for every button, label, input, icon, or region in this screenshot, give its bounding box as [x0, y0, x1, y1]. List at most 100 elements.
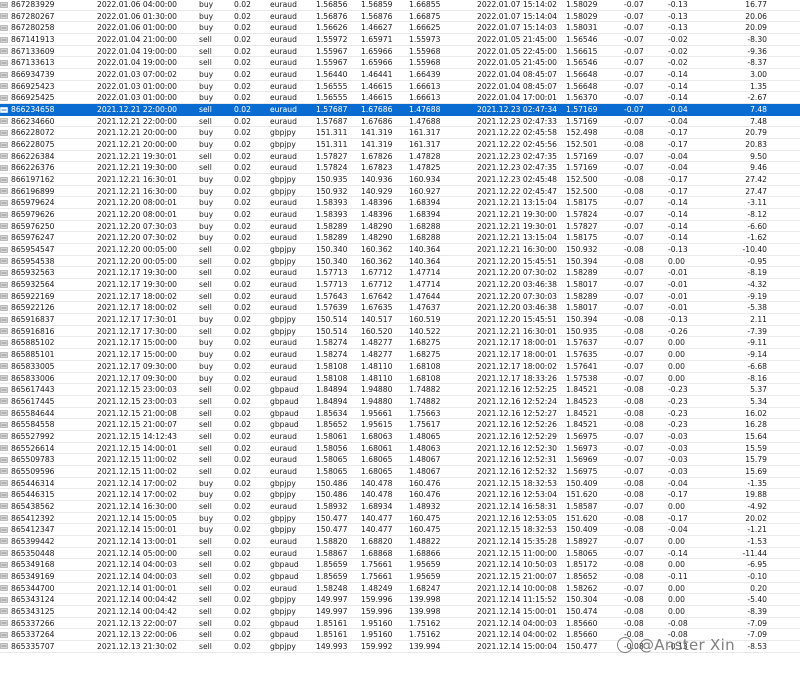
- stop-loss-cell: 1.95615: [361, 420, 393, 430]
- volume-cell: 0.02: [234, 373, 251, 383]
- table-row[interactable]: 865916816 2021.12.17 17:30:00 sell 0.02 gbpj…: [0, 326, 800, 338]
- take-profit-cell: 1.48063: [409, 443, 441, 453]
- table-row[interactable]: 866228075 2021.12.21 20:00:00 buy 0.02 gbpjp…: [0, 139, 800, 151]
- table-row[interactable]: 865932563 2021.12.17 19:30:00 sell 0.02 eura…: [0, 267, 800, 280]
- table-row[interactable]: 867133609 2022.01.04 19:00:00 sell 0.02 eura…: [0, 46, 800, 58]
- table-row[interactable]: 865343124 2021.12.14 00:04:42 sell 0.02 gbpj…: [0, 594, 800, 606]
- volume-cell: 0.02: [234, 35, 251, 45]
- table-row[interactable]: 867283929 2022.01.06 04:00:00 buy 0.02 eurau…: [0, 0, 800, 11]
- profit-cell: 0.20: [750, 583, 767, 593]
- open-price-cell: 1.85161: [316, 618, 348, 628]
- table-row[interactable]: 865617445 2021.12.15 23:00:03 sell 0.02 gbpa…: [0, 396, 800, 408]
- table-row[interactable]: 866228072 2021.12.21 20:00:00 buy 0.02 gbpjp…: [0, 127, 800, 140]
- open-time-cell: 2021.12.20 00:05:00: [97, 245, 177, 255]
- close-price-cell: 1.58927: [566, 536, 598, 546]
- table-row[interactable]: 865954547 2021.12.20 00:05:00 sell 0.02 gbpj…: [0, 244, 800, 256]
- table-row[interactable]: 866925425 2022.01.03 01:00:00 buy 0.02 eurau…: [0, 92, 800, 105]
- swap-cell: 0.00: [668, 560, 685, 570]
- table-row[interactable]: 865526614 2021.12.15 14:00:01 sell 0.02 eura…: [0, 443, 800, 455]
- table-row[interactable]: 865922169 2021.12.17 18:00:02 sell 0.02 eura…: [0, 291, 800, 303]
- table-row[interactable]: 865916837 2021.12.17 17:30:01 buy 0.02 gbpjp…: [0, 314, 800, 326]
- table-row[interactable]: 865932564 2021.12.17 19:30:00 sell 0.02 eura…: [0, 279, 800, 291]
- volume-cell: 0.02: [234, 70, 251, 80]
- ticket-cell: 865349168: [11, 560, 55, 570]
- table-row[interactable]: 865885102 2021.12.17 15:00:00 buy 0.02 eurau…: [0, 337, 800, 350]
- type-cell: buy: [199, 350, 214, 360]
- table-row[interactable]: 867141913 2022.01.04 21:00:00 sell 0.02 eura…: [0, 34, 800, 46]
- table-row[interactable]: 865412347 2021.12.14 15:00:01 buy 0.02 gbpjp…: [0, 524, 800, 536]
- commission-cell: -0.07: [624, 198, 644, 208]
- table-row[interactable]: 865979626 2021.12.20 08:00:01 buy 0.02 eurau…: [0, 209, 800, 221]
- close-time-cell: 2021.12.15 18:32:53: [477, 478, 557, 488]
- table-row[interactable]: 867133613 2022.01.04 19:00:00 sell 0.02 eura…: [0, 57, 800, 70]
- symbol-cell: gbpjpy: [270, 186, 296, 196]
- take-profit-cell: 1.74882: [409, 385, 441, 395]
- stop-loss-cell: 159.996: [361, 606, 393, 616]
- table-row[interactable]: 866934739 2022.01.03 07:00:02 buy 0.02 eurau…: [0, 69, 800, 81]
- open-price-cell: 1.58061: [316, 431, 348, 441]
- table-row[interactable]: 865509596 2021.12.15 11:00:02 sell 0.02 eura…: [0, 466, 800, 478]
- symbol-cell: gbpaud: [270, 396, 299, 406]
- symbol-cell: euraud: [270, 198, 297, 208]
- table-row[interactable]: 865976250 2021.12.20 07:30:03 buy 0.02 eurau…: [0, 221, 800, 233]
- ticket-cell: 865399442: [11, 536, 55, 546]
- table-row[interactable]: 865833006 2021.12.17 09:30:00 buy 0.02 eurau…: [0, 373, 800, 385]
- table-row[interactable]: 865350448 2021.12.14 05:00:00 sell 0.02 eura…: [0, 548, 800, 560]
- symbol-cell: euraud: [270, 116, 297, 126]
- table-row[interactable]: 865976247 2021.12.20 07:30:02 buy 0.02 eurau…: [0, 232, 800, 245]
- take-profit-cell: 1.66875: [409, 11, 441, 21]
- table-row[interactable]: 865617443 2021.12.15 23:00:03 sell 0.02 gbpa…: [0, 384, 800, 396]
- table-row[interactable]: 865885101 2021.12.17 15:00:00 buy 0.02 eurau…: [0, 349, 800, 361]
- trade-history-icon: [0, 433, 8, 440]
- table-row[interactable]: 865349169 2021.12.14 04:00:03 sell 0.02 gbpa…: [0, 571, 800, 583]
- trade-history-icon: [0, 153, 8, 160]
- table-row[interactable]: 866197162 2021.12.21 16:30:01 buy 0.02 gbpjp…: [0, 174, 800, 186]
- take-profit-cell: 1.48822: [409, 536, 441, 546]
- ticket-cell: 865885102: [11, 338, 55, 348]
- commission-cell: -0.08: [624, 420, 644, 430]
- open-price-cell: 1.85659: [316, 571, 348, 581]
- table-row[interactable]: 865349168 2021.12.14 04:00:03 sell 0.02 gbpa…: [0, 559, 800, 571]
- table-row[interactable]: 865584644 2021.12.15 21:00:08 sell 0.02 gbpa…: [0, 408, 800, 420]
- table-row[interactable]: 867280267 2022.01.06 01:30:00 buy 0.02 eurau…: [0, 11, 800, 23]
- table-row[interactable]: 865343125 2021.12.14 00:04:42 sell 0.02 gbpj…: [0, 606, 800, 618]
- table-row[interactable]: 865527992 2021.12.15 14:12:43 sell 0.02 eura…: [0, 431, 800, 443]
- type-cell: sell: [199, 548, 212, 558]
- take-profit-cell: 1.75162: [409, 630, 441, 640]
- table-row[interactable]: 865412392 2021.12.14 15:00:05 buy 0.02 gbpjp…: [0, 513, 800, 525]
- type-cell: sell: [199, 326, 212, 336]
- swap-cell: -0.13: [668, 23, 688, 33]
- table-row[interactable]: 866226384 2021.12.21 19:30:01 sell 0.02 eura…: [0, 151, 800, 163]
- table-row[interactable]: 867280258 2022.01.06 01:00:00 buy 0.02 eurau…: [0, 22, 800, 35]
- stop-loss-cell: 1.67642: [361, 291, 393, 301]
- table-row[interactable]: 866925423 2022.01.03 01:00:00 buy 0.02 eurau…: [0, 81, 800, 93]
- open-time-cell: 2021.12.17 18:00:02: [97, 303, 177, 313]
- table-row[interactable]: 865399442 2021.12.14 13:00:01 sell 0.02 eura…: [0, 536, 800, 548]
- table-row[interactable]: 865954538 2021.12.20 00:05:00 sell 0.02 gbpj…: [0, 256, 800, 268]
- open-price-cell: 150.486: [316, 490, 348, 500]
- open-price-cell: 1.58867: [316, 548, 348, 558]
- table-row[interactable]: 865344700 2021.12.14 01:00:01 sell 0.02 eura…: [0, 583, 800, 595]
- table-row[interactable]: 865337266 2021.12.13 22:00:07 sell 0.02 gbpa…: [0, 618, 800, 630]
- ticket-cell: 866226376: [11, 163, 55, 173]
- table-row[interactable]: 865922126 2021.12.17 18:00:02 sell 0.02 eura…: [0, 302, 800, 315]
- table-row[interactable]: 866234658 2021.12.21 22:00:00 sell 0.02 eura…: [0, 104, 800, 116]
- close-price-cell: 152.500: [566, 186, 598, 196]
- table-row[interactable]: 865833005 2021.12.17 09:30:00 buy 0.02 eurau…: [0, 361, 800, 373]
- ticket-cell: 866925425: [11, 93, 55, 103]
- table-row[interactable]: 865438562 2021.12.14 16:30:00 sell 0.02 eura…: [0, 501, 800, 513]
- swap-cell: -0.01: [668, 268, 688, 278]
- open-time-cell: 2021.12.17 17:30:00: [97, 326, 177, 336]
- table-row[interactable]: 865979624 2021.12.20 08:00:01 buy 0.02 eurau…: [0, 197, 800, 210]
- open-time-cell: 2021.12.13 22:00:07: [97, 618, 177, 628]
- table-row[interactable]: 865446314 2021.12.14 17:00:02 buy 0.02 gbpjp…: [0, 478, 800, 490]
- table-row[interactable]: 866226376 2021.12.21 19:30:00 sell 0.02 eura…: [0, 162, 800, 175]
- table-row[interactable]: 866196899 2021.12.21 16:30:00 buy 0.02 gbpjp…: [0, 186, 800, 198]
- table-row[interactable]: 865509783 2021.12.15 11:00:02 sell 0.02 eura…: [0, 454, 800, 466]
- table-row[interactable]: 866234660 2021.12.21 22:00:00 sell 0.02 eura…: [0, 116, 800, 128]
- open-time-cell: 2022.01.04 21:00:00: [97, 35, 177, 45]
- swap-cell: -0.02: [668, 35, 688, 45]
- swap-cell: -0.23: [668, 385, 688, 395]
- table-row[interactable]: 865584558 2021.12.15 21:00:07 sell 0.02 gbpa…: [0, 419, 800, 431]
- table-row[interactable]: 865446315 2021.12.14 17:00:02 buy 0.02 gbpjp…: [0, 489, 800, 501]
